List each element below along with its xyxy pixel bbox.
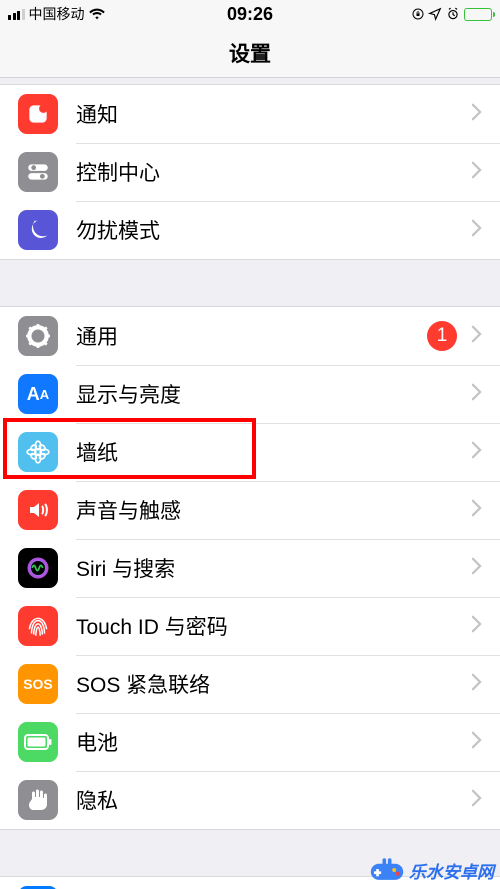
chevron-right-icon — [471, 161, 482, 184]
chevron-right-icon — [471, 219, 482, 242]
rotation-lock-icon — [412, 8, 424, 20]
status-bar: 中国移动 09:26 — [0, 0, 500, 28]
chevron-right-icon — [471, 103, 482, 126]
location-icon — [428, 7, 442, 21]
row-label: Touch ID 与密码 — [76, 611, 471, 641]
status-left: 中国移动 — [8, 4, 105, 24]
row-general[interactable]: 通用 1 — [0, 307, 500, 365]
row-label: 通用 — [76, 321, 427, 351]
moon-icon — [18, 210, 58, 250]
chevron-right-icon — [471, 557, 482, 580]
chevron-right-icon — [471, 789, 482, 812]
wifi-icon — [89, 8, 105, 20]
notification-badge: 1 — [427, 321, 457, 351]
row-wallpaper[interactable]: 墙纸 — [0, 423, 500, 481]
settings-group-1: 通知 控制中心 勿扰模式 — [0, 84, 500, 260]
chevron-right-icon — [471, 673, 482, 696]
battery-icon — [18, 722, 58, 762]
settings-scroll[interactable]: 通知 控制中心 勿扰模式 通用 1 — [0, 78, 500, 889]
watermark: 乐水安卓网 — [369, 855, 494, 885]
row-label: 通知 — [76, 99, 471, 129]
gamepad-icon — [369, 855, 405, 885]
speaker-icon — [18, 490, 58, 530]
watermark-text: 乐水安卓网 — [409, 858, 494, 883]
row-label: 隐私 — [76, 785, 471, 815]
aa-icon: AA — [18, 374, 58, 414]
row-label: 勿扰模式 — [76, 215, 471, 245]
alarm-icon — [446, 7, 460, 21]
row-notifications[interactable]: 通知 — [0, 85, 500, 143]
row-label: 声音与触感 — [76, 495, 471, 525]
fingerprint-icon — [18, 606, 58, 646]
carrier-label: 中国移动 — [29, 4, 85, 24]
row-privacy[interactable]: 隐私 — [0, 771, 500, 829]
row-siri[interactable]: Siri 与搜索 — [0, 539, 500, 597]
gear-icon — [18, 316, 58, 356]
signal-bars-icon — [8, 9, 25, 20]
row-label: 电池 — [76, 727, 471, 757]
row-label: SOS 紧急联络 — [76, 669, 471, 699]
chevron-right-icon — [471, 731, 482, 754]
row-label: 显示与亮度 — [76, 379, 471, 409]
row-label: 墙纸 — [76, 437, 471, 467]
notifications-icon — [18, 94, 58, 134]
row-sos[interactable]: SOS SOS 紧急联络 — [0, 655, 500, 713]
row-display[interactable]: AA 显示与亮度 — [0, 365, 500, 423]
settings-group-2: 通用 1 AA 显示与亮度 墙纸 声音与触感 — [0, 306, 500, 830]
row-dnd[interactable]: 勿扰模式 — [0, 201, 500, 259]
chevron-right-icon — [471, 383, 482, 406]
toggles-icon — [18, 152, 58, 192]
row-touchid[interactable]: Touch ID 与密码 — [0, 597, 500, 655]
flower-icon — [18, 432, 58, 472]
row-sounds[interactable]: 声音与触感 — [0, 481, 500, 539]
row-control-center[interactable]: 控制中心 — [0, 143, 500, 201]
siri-icon — [18, 548, 58, 588]
hand-icon — [18, 780, 58, 820]
row-battery[interactable]: 电池 — [0, 713, 500, 771]
chevron-right-icon — [471, 615, 482, 638]
status-right — [412, 7, 492, 21]
row-label: Siri 与搜索 — [76, 553, 471, 583]
chevron-right-icon — [471, 499, 482, 522]
battery-icon — [464, 8, 492, 21]
row-label: 控制中心 — [76, 157, 471, 187]
page-title: 设置 — [0, 28, 500, 78]
clock-label: 09:26 — [227, 4, 273, 25]
chevron-right-icon — [471, 441, 482, 464]
sos-icon: SOS — [18, 664, 58, 704]
chevron-right-icon — [471, 325, 482, 348]
